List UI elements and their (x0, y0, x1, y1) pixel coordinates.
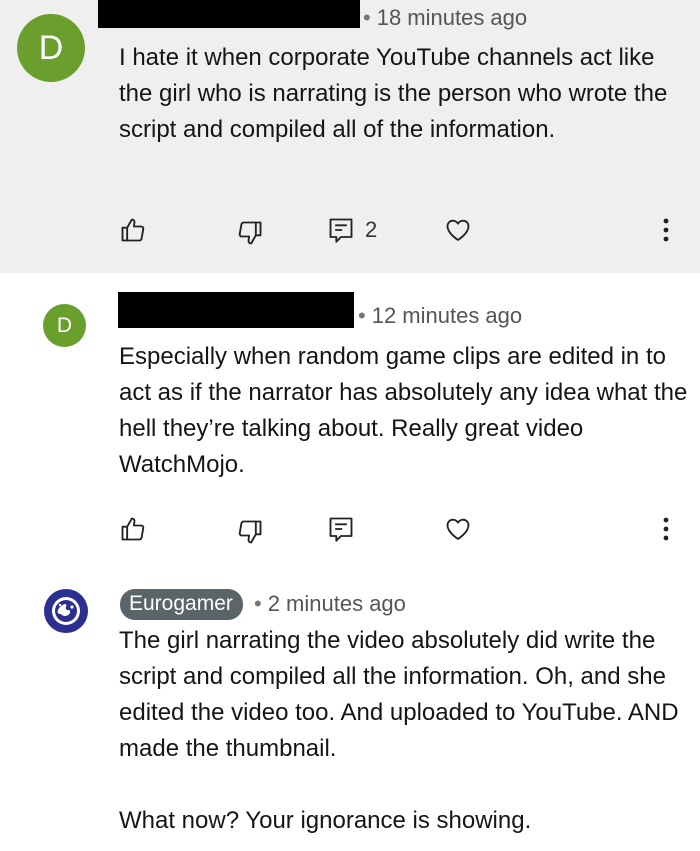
heart-icon (446, 219, 470, 241)
reply-count: 2 (365, 217, 378, 242)
more-vert-icon (663, 517, 669, 541)
more-options-button[interactable] (658, 515, 674, 543)
timestamp: 2 minutes ago (267, 591, 406, 616)
dislike-button[interactable] (236, 219, 264, 247)
like-button[interactable] (119, 216, 147, 244)
comment-1: D • 18 minutes ago I hate it when corpora… (0, 0, 700, 273)
thumbs-up-icon (121, 218, 145, 242)
heart-button[interactable] (444, 515, 472, 543)
avatar[interactable]: D (43, 304, 86, 347)
reply-button[interactable] (327, 515, 355, 543)
thumbs-up-icon (121, 517, 145, 541)
eurogamer-logo (44, 589, 88, 633)
timestamp: 18 minutes ago (376, 5, 528, 30)
comment-meta: • 18 minutes ago (363, 5, 528, 30)
reply-icon (329, 517, 353, 542)
avatar[interactable]: D (17, 14, 85, 82)
reply-icon (329, 218, 353, 243)
comment-2: D • 12 minutes ago Especially when random… (0, 273, 700, 568)
comment-text: I hate it when corporate YouTube channel… (119, 44, 668, 143)
more-vert-icon (663, 218, 669, 242)
comment-3: Eurogamer • 2 minutes ago The girl narrat… (0, 568, 700, 851)
channel-name-badge[interactable]: Eurogamer (120, 589, 243, 620)
avatar-letter: D (56, 313, 73, 337)
more-options-button[interactable] (658, 216, 674, 244)
avatar-letter: D (38, 28, 64, 67)
thumbs-down-icon (238, 221, 262, 245)
like-button[interactable] (119, 515, 147, 543)
redacted-username (98, 0, 360, 28)
redacted-username (118, 292, 354, 328)
comment-text: Especially when random game clips are ed… (119, 343, 688, 478)
heart-button[interactable] (444, 216, 472, 244)
comment-text: The girl narrating the video absolutely … (119, 627, 679, 834)
reply-button[interactable]: 2 (327, 216, 377, 244)
comment-meta: • 2 minutes ago (254, 591, 406, 616)
thumbs-down-icon (238, 520, 262, 544)
heart-icon (446, 518, 470, 540)
comment-meta: • 12 minutes ago (358, 303, 523, 328)
timestamp: 12 minutes ago (371, 303, 523, 328)
channel-avatar[interactable] (43, 588, 89, 634)
dislike-button[interactable] (236, 518, 264, 546)
